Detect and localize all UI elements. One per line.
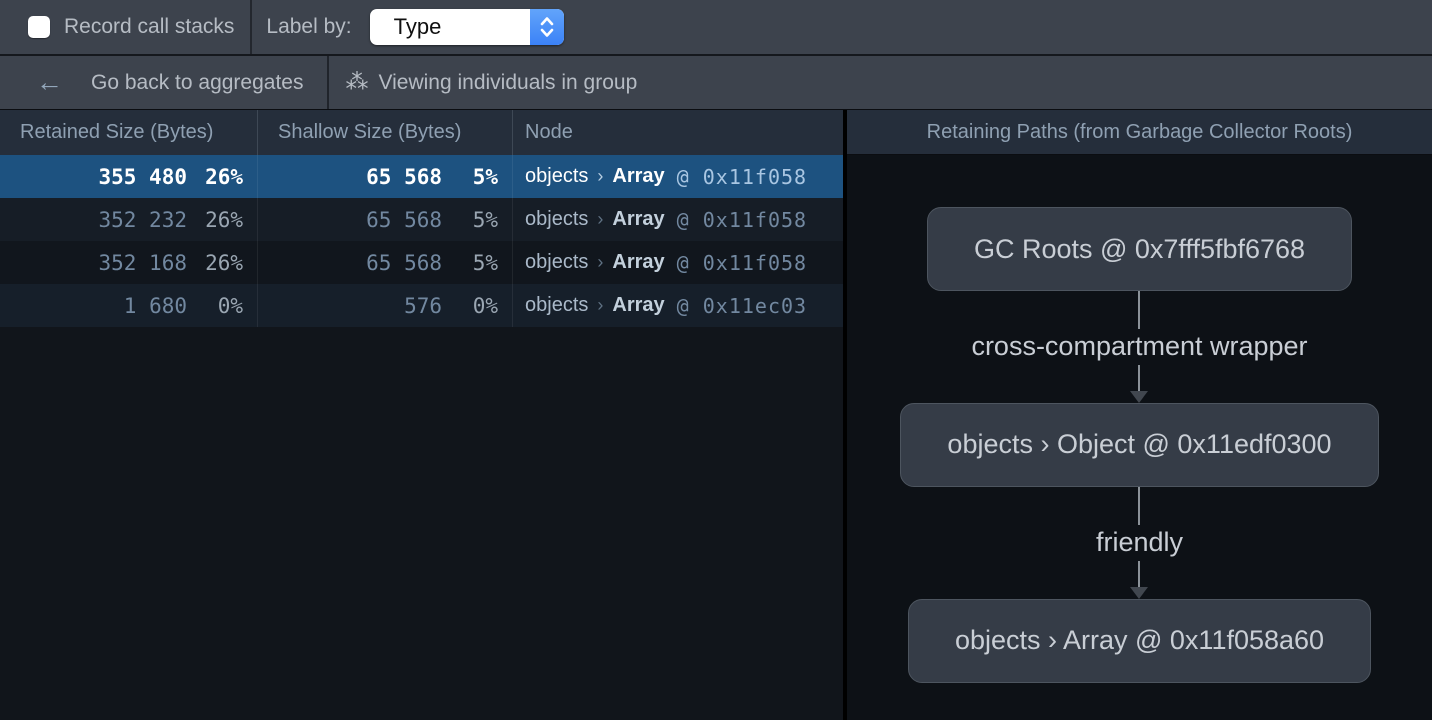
go-back-to-aggregates-button[interactable]: Go back to aggregates [91, 71, 303, 95]
node-path: objects [525, 208, 588, 231]
retained-size-cell: 1 680 0% [0, 284, 258, 327]
edge-line [1138, 365, 1140, 391]
memory-tool-window: Record call stacks Label by: Type ← Go b… [0, 0, 1432, 720]
node-address: @ 0x11ec03 [677, 294, 807, 318]
node-cell: objects › Array @ 0x11f058 [513, 155, 843, 198]
retained-percent: 26% [187, 251, 257, 275]
record-call-stacks-checkbox[interactable] [28, 16, 50, 38]
node-address: @ 0x11f058 [677, 251, 807, 275]
node-path: objects [525, 251, 588, 274]
toolbar-separator [250, 0, 252, 54]
retained-percent: 26% [187, 208, 257, 232]
edge-line [1138, 487, 1140, 525]
main-content: Retained Size (Bytes) Shallow Size (Byte… [0, 110, 1432, 720]
retained-value: 352 168 [98, 251, 187, 275]
edge-line [1138, 291, 1140, 329]
select-stepper-icon [530, 9, 564, 45]
node-type: Array [612, 165, 664, 188]
table-row[interactable]: 352 232 26% 65 568 5% objects › Array @ … [0, 198, 843, 241]
retained-value: 1 680 [124, 294, 187, 318]
node-type: Array [612, 294, 664, 317]
node-address: @ 0x11f058 [677, 165, 807, 189]
back-arrow-icon[interactable]: ← [36, 69, 63, 96]
toolbar-separator [327, 56, 329, 109]
shallow-percent: 5% [442, 251, 512, 275]
retained-size-cell: 355 480 26% [0, 155, 258, 198]
retained-percent: 0% [187, 294, 257, 318]
retaining-paths-graph: GC Roots @ 0x7fff5fbf6768 cross-compartm… [847, 155, 1432, 720]
retained-size-cell: 352 168 26% [0, 241, 258, 284]
label-by-label: Label by: [266, 15, 351, 39]
column-header-node[interactable]: Node [513, 110, 843, 155]
sub-toolbar: ← Go back to aggregates ⁂ Viewing indivi… [0, 56, 1432, 110]
shallow-value: 65 568 [366, 165, 442, 189]
retained-value: 355 480 [98, 165, 187, 189]
retaining-paths-panel: Retaining Paths (from Garbage Collector … [847, 110, 1432, 720]
label-by-select[interactable]: Type [370, 9, 564, 45]
node-cell: objects › Array @ 0x11f058 [513, 241, 843, 284]
shallow-size-cell: 65 568 5% [258, 198, 513, 241]
shallow-percent: 5% [442, 208, 512, 232]
node-cell: objects › Array @ 0x11ec03 [513, 284, 843, 327]
chevron-right-icon: › [597, 209, 603, 230]
label-by-selected-value: Type [370, 14, 442, 40]
graph-edge: cross-compartment wrapper [971, 291, 1307, 403]
shallow-percent: 0% [442, 294, 512, 318]
retaining-paths-title: Retaining Paths (from Garbage Collector … [847, 110, 1432, 155]
graph-node-gc-roots[interactable]: GC Roots @ 0x7fff5fbf6768 [927, 207, 1352, 291]
column-header-shallow-size[interactable]: Shallow Size (Bytes) [258, 110, 513, 155]
node-type: Array [612, 208, 664, 231]
shallow-percent: 5% [442, 165, 512, 189]
arrow-down-icon [1130, 391, 1148, 403]
shallow-size-cell: 65 568 5% [258, 241, 513, 284]
edge-label: friendly [1096, 526, 1183, 560]
shallow-value: 65 568 [366, 208, 442, 232]
node-address: @ 0x11f058 [677, 208, 807, 232]
chevron-right-icon: › [597, 252, 603, 273]
node-cell: objects › Array @ 0x11f058 [513, 198, 843, 241]
viewing-individuals-label: Viewing individuals in group [378, 71, 637, 95]
retained-size-cell: 352 232 26% [0, 198, 258, 241]
graph-node-array[interactable]: objects › Array @ 0x11f058a60 [908, 599, 1371, 683]
top-toolbar: Record call stacks Label by: Type [0, 0, 1432, 56]
table-row[interactable]: 355 480 26% 65 568 5% objects › Array @ … [0, 155, 843, 198]
node-type: Array [612, 251, 664, 274]
graph-node-object[interactable]: objects › Object @ 0x11edf0300 [900, 403, 1378, 487]
shallow-value: 65 568 [366, 251, 442, 275]
graph-edge: friendly [1096, 487, 1183, 599]
shallow-size-cell: 65 568 5% [258, 155, 513, 198]
shallow-value: 576 [404, 294, 442, 318]
table-header-row: Retained Size (Bytes) Shallow Size (Byte… [0, 110, 843, 155]
shallow-size-cell: 576 0% [258, 284, 513, 327]
arrow-down-icon [1130, 587, 1148, 599]
chevron-right-icon: › [597, 166, 603, 187]
asterism-icon: ⁂ [345, 71, 368, 94]
retained-percent: 26% [187, 165, 257, 189]
table-row[interactable]: 1 680 0% 576 0% objects › Array @ 0x11ec… [0, 284, 843, 327]
chevron-right-icon: › [597, 295, 603, 316]
node-path: objects [525, 165, 588, 188]
record-call-stacks-label: Record call stacks [64, 15, 234, 39]
table-row[interactable]: 352 168 26% 65 568 5% objects › Array @ … [0, 241, 843, 284]
edge-line [1138, 561, 1140, 587]
node-path: objects [525, 294, 588, 317]
edge-label: cross-compartment wrapper [971, 330, 1307, 364]
individuals-table: Retained Size (Bytes) Shallow Size (Byte… [0, 110, 843, 720]
retained-value: 352 232 [98, 208, 187, 232]
column-header-retained-size[interactable]: Retained Size (Bytes) [0, 110, 258, 155]
